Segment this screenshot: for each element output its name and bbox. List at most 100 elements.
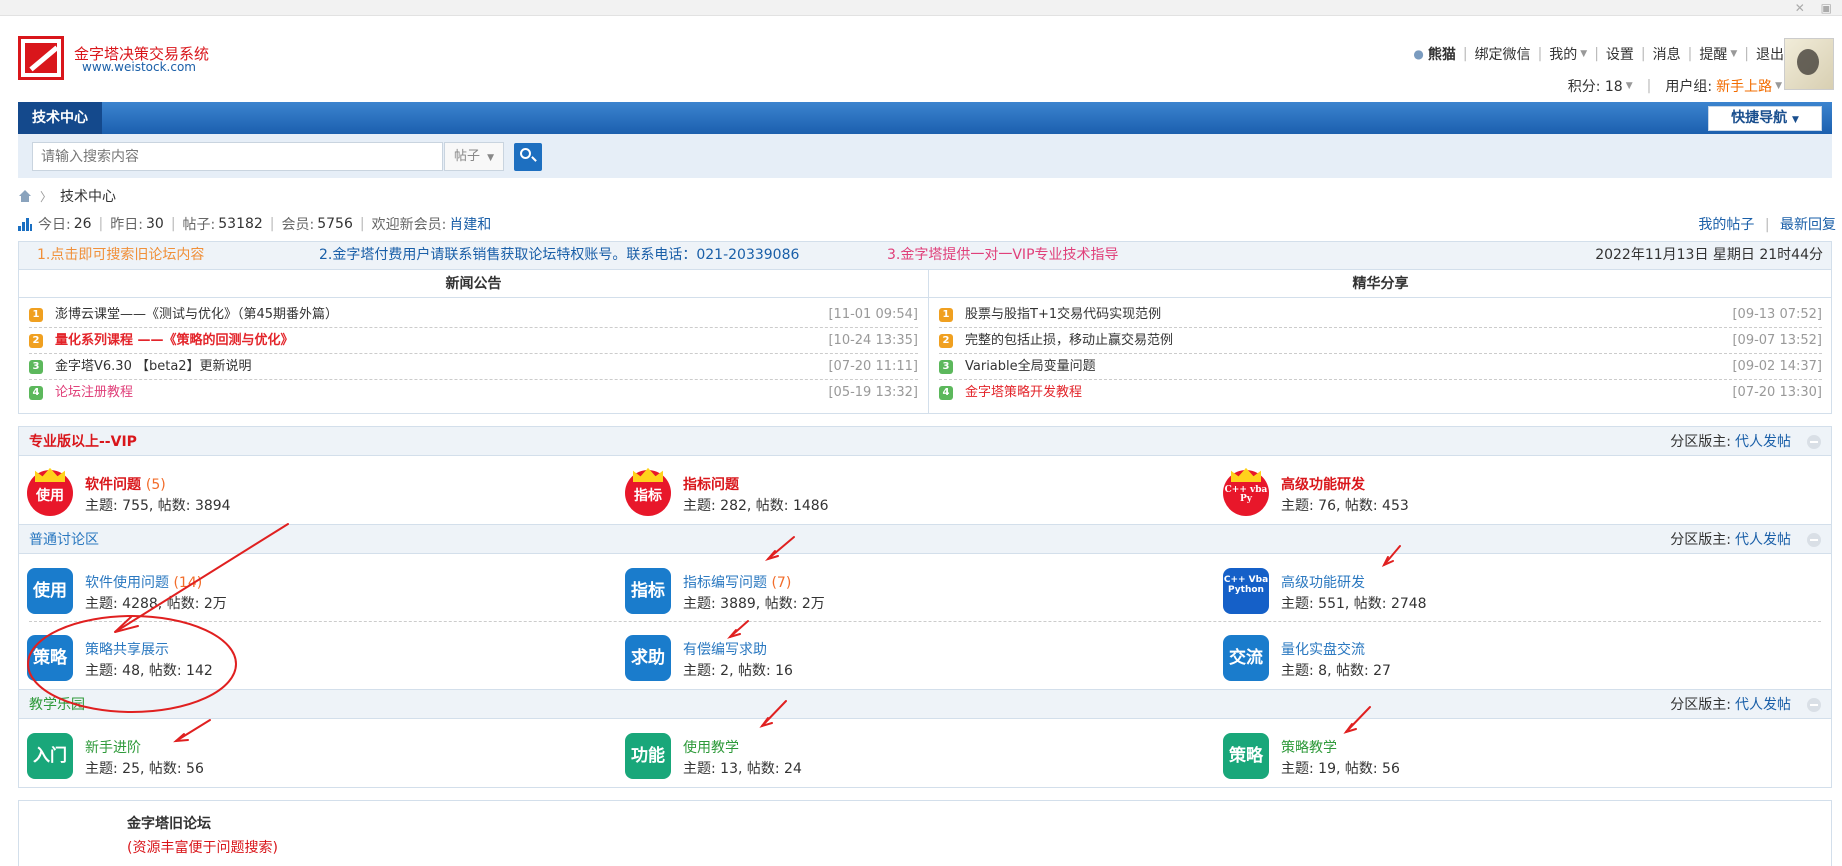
forum-stats: 今日: 26 | 昨日: 30 | 帖子: 53182 | 会员: 5756 | 欢迎新… (18, 214, 491, 234)
quick-nav-button[interactable]: 快捷导航 ▼ (1708, 106, 1822, 131)
tab-tech-center[interactable]: 技术中心 (18, 102, 102, 134)
board-stats: 主题: 3889, 帖数: 2万 (683, 596, 825, 612)
board-title[interactable]: 有偿编写求助 (683, 639, 767, 659)
featured-link[interactable]: 金字塔策略开发教程 (965, 380, 1082, 406)
collapse-icon[interactable] (1807, 533, 1821, 547)
mine-menu[interactable]: 我的 (1549, 44, 1577, 64)
board-title[interactable]: 新手进阶 (85, 737, 141, 757)
brand-url[interactable]: www.weistock.com (82, 60, 196, 74)
section-moderator: 分区版主: 代人发帖 (1670, 427, 1791, 457)
board-title[interactable]: 使用教学 (683, 737, 739, 757)
yesterday-label: 昨日: (110, 217, 143, 233)
list-item: 3 Variable全局变量问题 [09-02 14:37] (939, 354, 1822, 380)
search-input[interactable] (32, 142, 443, 171)
news-link[interactable]: 金字塔V6.30 【beta2】更新说明 (55, 354, 252, 380)
news-link[interactable]: 澎博云课堂——《测试与优化》（第45期番外篇） (55, 302, 338, 328)
board-title[interactable]: 指标问题 (683, 474, 739, 494)
board-live-trading[interactable]: 交流 量化实盘交流 主题: 8, 帖数: 27 (1215, 627, 1775, 685)
board-stats: 主题: 2, 帖数: 16 (683, 663, 793, 679)
moderator-label: 分区版主: (1670, 434, 1731, 450)
board-vip-software[interactable]: 使用 软件问题 (5) 主题: 755, 帖数: 3894 (19, 462, 579, 520)
board-title[interactable]: 软件问题 (5) (85, 474, 166, 494)
my-posts-link[interactable]: 我的帖子 (1698, 217, 1754, 233)
window-controls-icon[interactable]: ✕ ▣ (1795, 1, 1838, 15)
new-member-link[interactable]: 肖建和 (449, 214, 491, 234)
board-stats: 主题: 25, 帖数: 56 (85, 761, 204, 777)
points-menu[interactable]: 积分: 18 (1568, 76, 1623, 96)
user-group-menu[interactable]: 新手上路 (1716, 76, 1772, 96)
collapse-icon[interactable] (1807, 698, 1821, 712)
notice-item-1[interactable]: 1.点击即可搜索旧论坛内容 (37, 242, 204, 269)
collapse-icon[interactable] (1807, 435, 1821, 449)
section-title-vip[interactable]: 专业版以上--VIP (29, 427, 137, 457)
featured-link[interactable]: 完整的包括止损，移动止赢交易范例 (965, 328, 1173, 354)
featured-time: [09-02 14:37] (1732, 359, 1822, 374)
divider: | (1646, 78, 1652, 94)
divider: | (170, 216, 176, 232)
old-forum-title[interactable]: 金字塔旧论坛 (127, 813, 211, 833)
news-time: [05-19 13:32] (828, 385, 918, 400)
board-title[interactable]: 软件使用问题 (14) (85, 572, 202, 592)
search-type-select[interactable]: 帖子 ▼ (444, 142, 504, 171)
board-usage-teaching[interactable]: 功能 使用教学 主题: 13, 帖数: 24 (617, 725, 1177, 783)
user-icon: ● (1413, 47, 1424, 61)
today-label: 今日: (38, 217, 71, 233)
section-title-normal[interactable]: 普通讨论区 (29, 525, 99, 555)
featured-link[interactable]: 股票与股指T+1交易代码实现范例 (965, 302, 1161, 328)
list-item: 2 量化系列课程 ——《策略的回测与优化》 [10-24 13:35] (29, 328, 918, 354)
board-code-icon: C++ Vba Python (1223, 568, 1269, 614)
featured-link[interactable]: Variable全局变量问题 (965, 354, 1096, 380)
logout-link[interactable]: 退出 (1756, 44, 1784, 64)
old-forum-desc: (资源丰富便于问题搜索) (127, 840, 278, 856)
section-title-teach[interactable]: 教学乐园 (29, 690, 85, 720)
board-title[interactable]: 量化实盘交流 (1281, 639, 1365, 659)
board-vip-advanced[interactable]: C++ vba Py 高级功能研发 主题: 76, 帖数: 453 (1215, 462, 1775, 520)
notice-item-3[interactable]: 3.金字塔提供一对一VIP专业技术指导 (887, 242, 1127, 269)
board-indicator-writing[interactable]: 指标 指标编写问题 (7) 主题: 3889, 帖数: 2万 (617, 560, 1177, 618)
board-advanced-dev[interactable]: C++ Vba Python 高级功能研发 主题: 551, 帖数: 2748 (1215, 560, 1775, 618)
divider: | (1764, 217, 1770, 233)
welcome-label: 欢迎新会员: (371, 217, 447, 233)
messages-link[interactable]: 消息 (1653, 44, 1681, 64)
board-beginner[interactable]: 入门 新手进阶 主题: 25, 帖数: 56 (19, 725, 579, 783)
news-column: 新闻公告 1 澎博云课堂——《测试与优化》（第45期番外篇） [11-01 09… (19, 270, 929, 413)
news-link[interactable]: 量化系列课程 ——《策略的回测与优化》 (55, 328, 294, 354)
latest-replies-link[interactable]: 最新回复 (1780, 217, 1836, 233)
board-vip-indicator[interactable]: 指标 指标问题 主题: 282, 帖数: 1486 (617, 462, 1177, 520)
user-nav: ● 熊猫 | 绑定微信 | 我的 ▼ | 设置 | 消息 | 提醒 ▼ | 退出 (1413, 44, 1784, 64)
board-stats: 主题: 755, 帖数: 3894 (85, 498, 231, 514)
bind-wechat-link[interactable]: 绑定微信 (1475, 44, 1531, 64)
reminders-menu[interactable]: 提醒 (1699, 44, 1727, 64)
search-icon[interactable] (514, 143, 542, 171)
home-icon[interactable] (18, 190, 32, 202)
board-strategy-teaching[interactable]: 策略 策略教学 主题: 19, 帖数: 56 (1215, 725, 1775, 783)
rank-badge: 1 (29, 308, 43, 322)
board-title[interactable]: 策略共享展示 (85, 639, 169, 659)
board-strategy-share[interactable]: 策略 策略共享展示 主题: 48, 帖数: 142 (19, 627, 579, 685)
chevron-down-icon: ▼ (1580, 49, 1588, 59)
chevron-down-icon: ▼ (1775, 81, 1782, 91)
username-link[interactable]: 熊猫 (1428, 44, 1456, 64)
chevron-down-icon: ▼ (1730, 49, 1738, 59)
moderator-label: 分区版主: (1670, 697, 1731, 713)
divider: | (1640, 46, 1646, 62)
board-icon: 策略 (1223, 733, 1269, 779)
board-title[interactable]: 策略教学 (1281, 737, 1337, 757)
brand-logo[interactable] (18, 36, 64, 80)
board-title[interactable]: 指标编写问题 (7) (683, 572, 791, 592)
board-software-usage[interactable]: 使用 软件使用问题 (14) 主题: 4288, 帖数: 2万 (19, 560, 579, 618)
board-stats: 主题: 8, 帖数: 27 (1281, 663, 1391, 679)
board-paid-help[interactable]: 求助 有偿编写求助 主题: 2, 帖数: 16 (617, 627, 1177, 685)
breadcrumb-current[interactable]: 技术中心 (60, 186, 116, 206)
board-title[interactable]: 高级功能研发 (1281, 474, 1365, 494)
notice-item-2[interactable]: 2.金字塔付费用户请联系销售获取论坛特权账号。联系电话：021-20339086 (319, 242, 799, 269)
moderator-link[interactable]: 代人发帖 (1735, 697, 1791, 713)
avatar[interactable] (1784, 38, 1834, 90)
search-bar: 帖子 ▼ (18, 134, 1832, 178)
board-stats: 主题: 4288, 帖数: 2万 (85, 596, 227, 612)
news-link[interactable]: 论坛注册教程 (55, 380, 133, 406)
moderator-link[interactable]: 代人发帖 (1735, 532, 1791, 548)
board-title[interactable]: 高级功能研发 (1281, 572, 1365, 592)
moderator-link[interactable]: 代人发帖 (1735, 434, 1791, 450)
settings-link[interactable]: 设置 (1606, 44, 1634, 64)
